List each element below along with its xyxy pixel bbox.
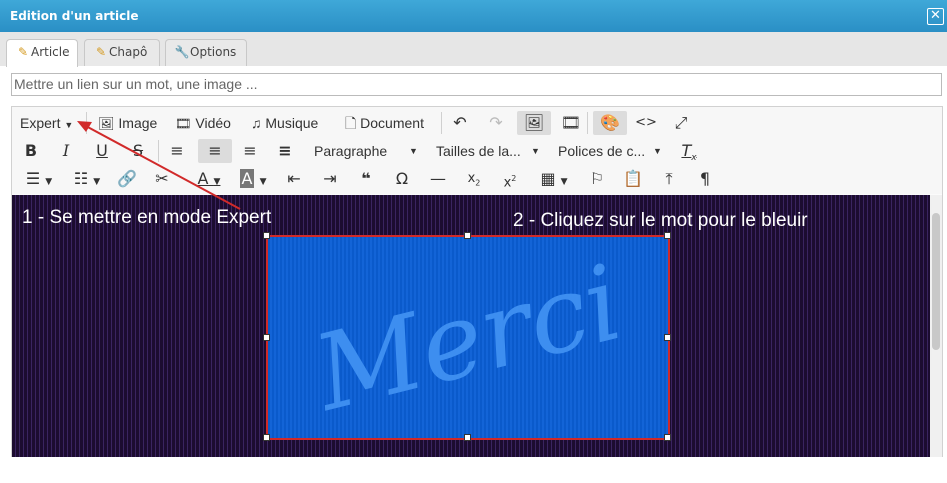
redo-icon[interactable]: ↷ [485,111,507,135]
table-icon[interactable]: ▦ ▼ [536,167,572,191]
toolbar-separator [587,112,588,134]
insert-video-button[interactable]: 🎞 Vidéo [175,111,235,135]
mode-dropdown[interactable]: Expert ▼ [20,111,82,135]
toolbar-separator [441,112,442,134]
resize-handle[interactable] [664,434,671,441]
underline-icon[interactable]: U [91,139,113,163]
toolbar-separator [86,112,87,134]
undo-icon[interactable]: ↶ [449,111,471,135]
numbered-list-icon[interactable]: ☷ ▼ [68,167,106,191]
close-button[interactable]: ✕ [927,8,944,25]
tab-article[interactable]: ✎ Article [6,39,78,67]
music-icon: ♫ [251,115,262,131]
source-code-icon[interactable]: <> [635,111,657,135]
tab-chapo[interactable]: ✎ Chapô [84,39,160,66]
chevron-down-icon: ▼ [409,146,418,156]
align-left-icon[interactable]: ≡ [166,139,188,163]
paragraph-mark-icon[interactable]: ¶ [694,167,716,191]
caption-step-1: 1 - Se mettre en mode Expert [22,207,272,228]
font-family-label: Polices de c... [558,143,646,159]
bookmark-icon[interactable]: ⚐ [586,167,608,191]
video-icon: 🎞 [175,116,192,131]
mode-dropdown-label: Expert [20,115,61,131]
window-title: Edition d'un article [10,9,139,23]
unlink-icon[interactable]: ✂ [151,167,173,191]
bulleted-list-icon[interactable]: ☰ ▼ [20,167,58,191]
insert-document-label: Document [360,115,424,131]
fullscreen-icon[interactable]: ⤢ [670,111,692,135]
paragraph-format-dropdown[interactable]: Paragraphe ▼ [314,139,418,163]
font-size-dropdown[interactable]: Tailles de la... ▼ [436,139,540,163]
remove-format-icon[interactable]: Tx [678,139,700,163]
align-center-icon[interactable]: ≡ [198,139,232,163]
font-family-dropdown[interactable]: Polices de c... ▼ [558,139,662,163]
chevron-down-icon: ▼ [653,146,662,156]
superscript-icon[interactable]: x2 [499,167,521,191]
resize-handle[interactable] [664,232,671,239]
link-icon[interactable]: 🔗 [116,167,138,191]
resize-handle[interactable] [263,434,270,441]
outdent-icon[interactable]: ⇤ [283,167,305,191]
wrench-icon: 🔧 [174,45,190,59]
font-size-label: Tailles de la... [436,143,521,159]
strikethrough-icon[interactable]: S [127,139,149,163]
text-color-icon[interactable]: A ▼ [190,167,228,191]
tab-article-label: Article [31,45,70,59]
blockquote-icon[interactable]: ❝ [355,167,377,191]
pencil-icon: ✎ [17,45,29,59]
resize-handle[interactable] [263,232,270,239]
pencil-icon: ✎ [95,45,107,59]
tab-chapo-label: Chapô [109,45,148,59]
indent-icon[interactable]: ⇥ [319,167,341,191]
horizontal-rule-icon[interactable]: — [427,167,449,191]
window-titlebar: Edition d'un article ✕ [0,0,947,32]
align-right-icon[interactable]: ≡ [239,139,261,163]
insert-image-button[interactable]: 🖼 Image [98,111,160,135]
insert-music-button[interactable]: ♫ Musique [251,111,329,135]
insert-video-label: Vidéo [195,115,231,131]
tab-bar: ✎ Article ✎ Chapô 🔧Options [0,32,947,67]
toolbar-separator [158,140,159,162]
editor-toolbar: Expert ▼ 🖼 Image 🎞 Vidéo ♫ Musique 🗋 Doc… [12,107,942,194]
image-properties-icon[interactable]: 🖼 [517,111,551,135]
italic-icon[interactable]: I [55,139,77,163]
tab-options[interactable]: 🔧Options [165,39,247,66]
document-icon: 🗋 [345,115,357,131]
insert-music-label: Musique [265,115,319,131]
background-color-icon[interactable]: A ▼ [234,167,272,191]
editor-scrollbar-thumb[interactable] [932,213,940,350]
justify-icon[interactable]: ≡ [274,139,296,163]
selected-image[interactable]: Merci [263,232,671,441]
subscript-icon[interactable]: x2 [463,167,485,191]
chevron-down-icon: ▼ [531,146,540,156]
paste-icon[interactable]: 📋 [622,167,644,191]
resize-handle[interactable] [464,232,471,239]
special-character-icon[interactable]: Ω [391,167,413,191]
insert-image-label: Image [118,115,158,131]
upload-icon[interactable]: ⤒ [658,167,680,191]
resize-handle[interactable] [664,334,671,341]
tab-options-label: Options [190,45,237,59]
insert-document-button[interactable]: 🗋 Document [345,111,433,135]
link-input[interactable]: Mettre un lien sur un mot, une image ... [11,73,942,96]
media-embed-icon[interactable]: 🎞 [560,111,582,135]
image-icon: 🖼 [98,116,115,131]
chevron-down-icon: ▼ [64,120,74,130]
paragraph-format-label: Paragraphe [314,143,388,159]
bold-icon[interactable]: B [20,139,42,163]
resize-handle[interactable] [464,434,471,441]
palette-icon[interactable]: 🎨 [593,111,627,135]
resize-handle[interactable] [263,334,270,341]
